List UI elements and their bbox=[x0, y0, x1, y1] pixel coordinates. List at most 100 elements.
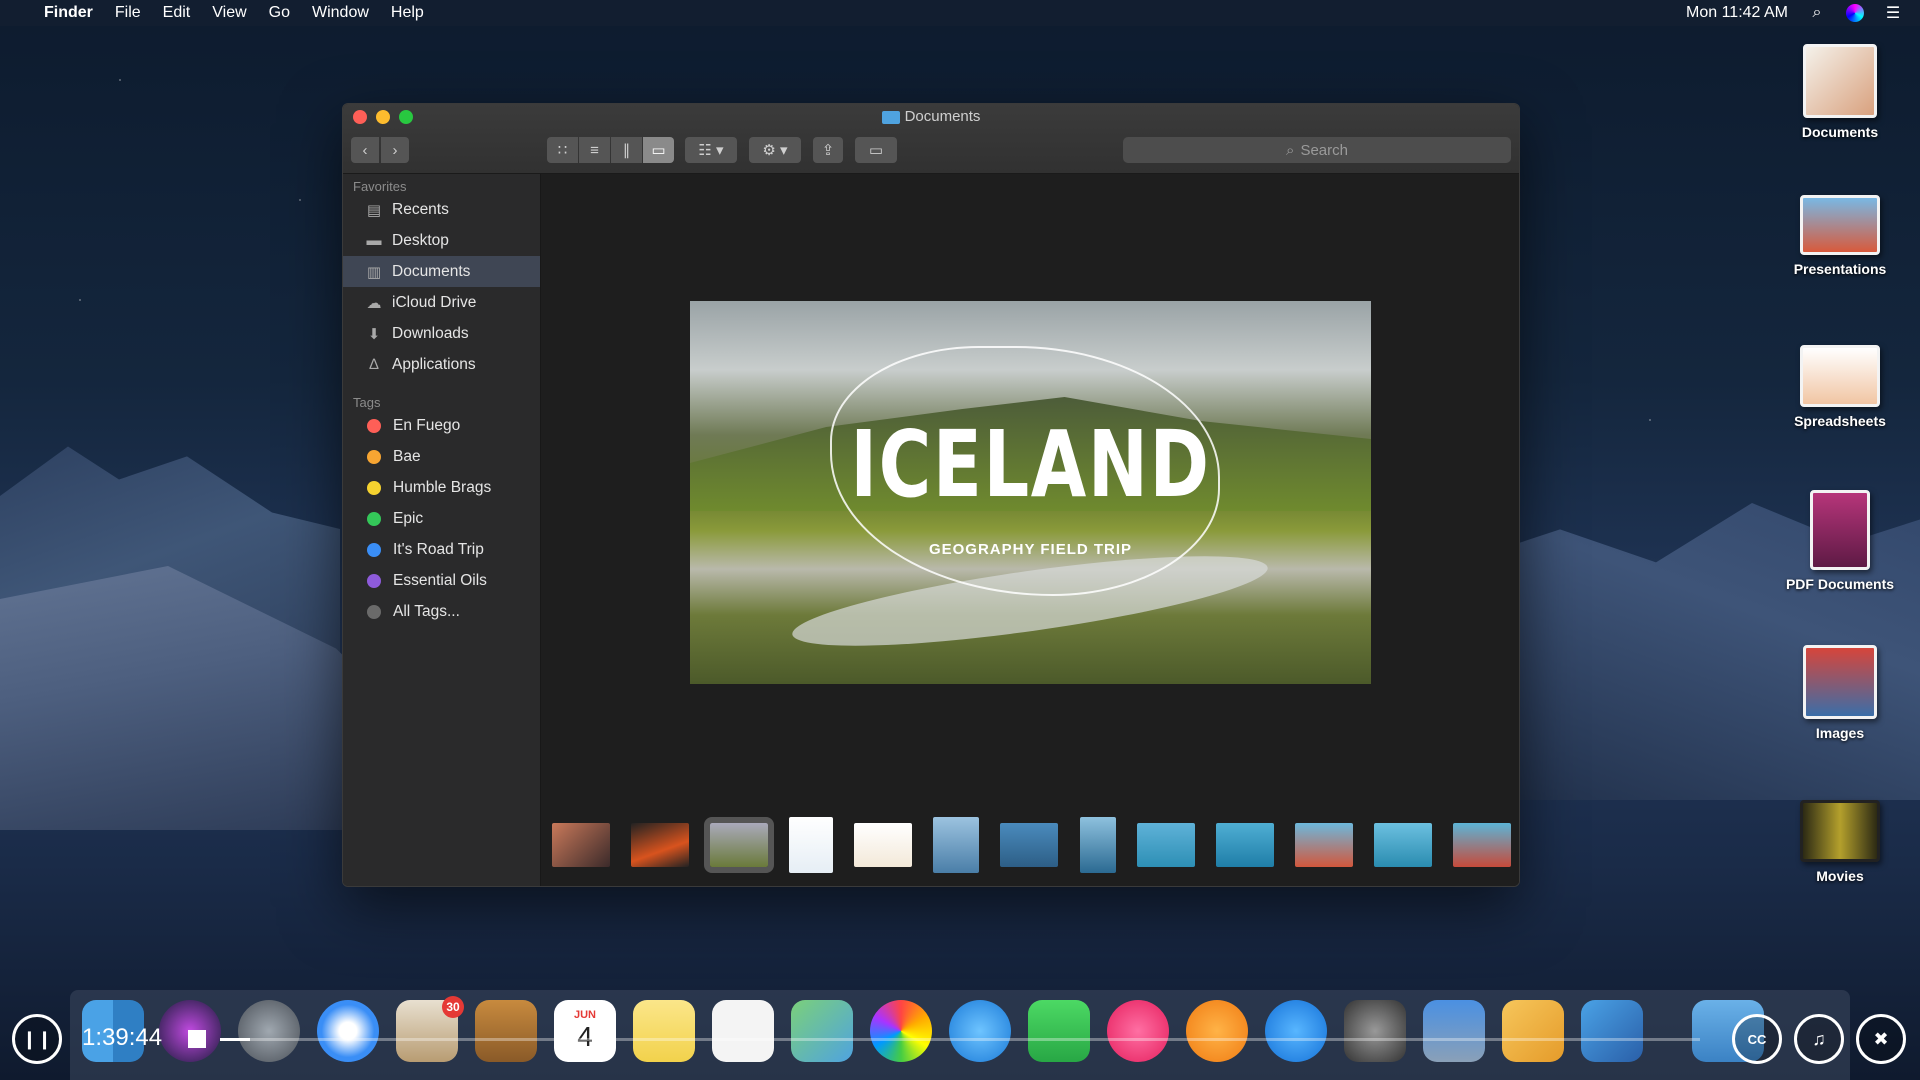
title-bar: Documents ‹ › ∷ ≡ ∥ ▭ ☷ ▾ ⚙ ▾ ⇪ ▭ ⌕ Sear… bbox=[343, 104, 1519, 174]
sidebar-item-desktop[interactable]: ▬ Desktop bbox=[343, 225, 540, 256]
stack-pdf-documents[interactable]: PDF Documents bbox=[1775, 490, 1905, 592]
thumbnail[interactable] bbox=[1215, 823, 1274, 867]
downloads-icon: ⬇ bbox=[367, 325, 381, 343]
thumbnail[interactable] bbox=[1079, 817, 1116, 873]
closed-captions-button[interactable]: CC bbox=[1732, 1014, 1782, 1064]
thumbnail[interactable] bbox=[1452, 823, 1511, 867]
progress-track[interactable] bbox=[220, 1038, 1700, 1041]
cloud-icon: ☁ bbox=[366, 294, 382, 312]
tag-dot-yellow bbox=[367, 480, 381, 495]
sidebar-tag-road-trip[interactable]: It's Road Trip bbox=[343, 534, 540, 565]
messages-dock-icon[interactable] bbox=[949, 1000, 1011, 1062]
stack-presentations[interactable]: Presentations bbox=[1775, 195, 1905, 277]
sidebar-item-recents[interactable]: ▤ Recents bbox=[343, 194, 540, 225]
keynote-dock-icon[interactable] bbox=[1423, 1000, 1485, 1062]
stack-movies[interactable]: Movies bbox=[1775, 800, 1905, 884]
thumbnail-selected[interactable] bbox=[704, 817, 775, 873]
launchpad-dock-icon[interactable] bbox=[238, 1000, 300, 1062]
calendar-dock-icon[interactable]: JUN 4 bbox=[554, 1000, 616, 1062]
books-dock-icon[interactable] bbox=[1186, 1000, 1248, 1062]
notification-center-icon[interactable]: ☰ bbox=[1884, 4, 1902, 22]
toolbar: ‹ › ∷ ≡ ∥ ▭ ☷ ▾ ⚙ ▾ ⇪ ▭ ⌕ Search bbox=[351, 137, 1511, 165]
mail-badge: 30 bbox=[442, 996, 464, 1018]
calendar-month: JUN bbox=[573, 1009, 596, 1021]
gallery-preview[interactable]: ICELAND GEOGRAPHY FIELD TRIP bbox=[690, 301, 1371, 684]
music-dock-icon[interactable] bbox=[1107, 1000, 1169, 1062]
sidebar-item-documents[interactable]: ▥ Documents bbox=[343, 256, 540, 287]
notes-dock-icon[interactable] bbox=[633, 1000, 695, 1062]
menu-app-name[interactable]: Finder bbox=[44, 4, 93, 22]
thumbnail[interactable] bbox=[552, 823, 610, 867]
sidebar-tag-epic[interactable]: Epic bbox=[343, 503, 540, 534]
group-by-button[interactable]: ☷ ▾ bbox=[685, 137, 737, 163]
column-view-button[interactable]: ∥ bbox=[611, 137, 642, 163]
reminders-dock-icon[interactable] bbox=[712, 1000, 774, 1062]
tags-header: Tags bbox=[353, 395, 381, 410]
stop-button[interactable] bbox=[188, 1030, 206, 1048]
facetime-dock-icon[interactable] bbox=[1028, 1000, 1090, 1062]
pages-dock-icon[interactable] bbox=[1502, 1000, 1564, 1062]
tag-dot-green bbox=[367, 511, 381, 526]
sidebar-tag-essential-oils[interactable]: Essential Oils bbox=[343, 565, 540, 596]
sidebar-item-icloud-drive[interactable]: ☁ iCloud Drive bbox=[343, 287, 540, 318]
menu-view[interactable]: View bbox=[212, 4, 246, 22]
thumbnail[interactable] bbox=[1000, 823, 1059, 867]
menu-file[interactable]: File bbox=[115, 4, 141, 22]
search-icon: ⌕ bbox=[1286, 141, 1295, 159]
thumbnail[interactable] bbox=[1136, 823, 1195, 867]
stack-pdf-image bbox=[1810, 490, 1870, 570]
system-preferences-dock-icon[interactable] bbox=[1344, 1000, 1406, 1062]
window-title: Documents bbox=[343, 108, 1519, 125]
stack-images[interactable]: Images bbox=[1775, 645, 1905, 741]
sidebar-tag-en-fuego[interactable]: En Fuego bbox=[343, 410, 540, 441]
volume-button[interactable]: ♫ bbox=[1794, 1014, 1844, 1064]
icon-view-button[interactable]: ∷ bbox=[547, 137, 578, 163]
siri-icon[interactable] bbox=[1846, 4, 1864, 22]
menu-go[interactable]: Go bbox=[269, 4, 290, 22]
thumbnail[interactable] bbox=[631, 823, 690, 867]
progress-fill bbox=[220, 1038, 250, 1041]
sidebar-tag-bae[interactable]: Bae bbox=[343, 441, 540, 472]
thumbnail[interactable] bbox=[933, 817, 980, 873]
share-button[interactable]: ⇪ bbox=[813, 137, 843, 163]
favorites-header: Favorites bbox=[353, 179, 407, 194]
menu-help[interactable]: Help bbox=[391, 4, 424, 22]
stack-documents[interactable]: Documents bbox=[1775, 44, 1905, 140]
stack-images-image bbox=[1803, 645, 1877, 719]
sidebar-all-tags[interactable]: All Tags... bbox=[343, 596, 540, 627]
spotlight-search-icon[interactable]: ⌕ bbox=[1808, 4, 1826, 22]
xcode-dock-icon[interactable] bbox=[1581, 1000, 1643, 1062]
search-field[interactable]: ⌕ Search bbox=[1123, 137, 1511, 163]
thumbnail[interactable] bbox=[1294, 823, 1353, 867]
contacts-dock-icon[interactable] bbox=[475, 1000, 537, 1062]
app-store-dock-icon[interactable] bbox=[1265, 1000, 1327, 1062]
sidebar-tag-humble-brags[interactable]: Humble Brags bbox=[343, 472, 540, 503]
thumbnail[interactable] bbox=[789, 817, 834, 873]
applications-icon: ∆ bbox=[369, 356, 379, 373]
sidebar-item-applications[interactable]: ∆ Applications bbox=[343, 349, 540, 380]
back-button[interactable]: ‹ bbox=[351, 137, 379, 163]
forward-button[interactable]: › bbox=[381, 137, 409, 163]
maps-dock-icon[interactable] bbox=[791, 1000, 853, 1062]
documents-icon: ▥ bbox=[366, 263, 382, 281]
safari-dock-icon[interactable] bbox=[317, 1000, 379, 1062]
menu-edit[interactable]: Edit bbox=[163, 4, 191, 22]
sidebar-item-downloads[interactable]: ⬇ Downloads bbox=[343, 318, 540, 349]
pause-button[interactable]: ❙❙ bbox=[12, 1014, 62, 1064]
photos-dock-icon[interactable] bbox=[870, 1000, 932, 1062]
playback-time: 1:39:44 bbox=[82, 1024, 163, 1051]
thumbnail[interactable] bbox=[1373, 823, 1432, 867]
menu-clock[interactable]: Mon 11:42 AM bbox=[1686, 4, 1788, 22]
menu-window[interactable]: Window bbox=[312, 4, 369, 22]
tag-dot-blue bbox=[367, 542, 381, 557]
action-gear-button[interactable]: ⚙ ▾ bbox=[749, 137, 801, 163]
tag-dot-purple bbox=[367, 573, 381, 588]
tags-button[interactable]: ▭ bbox=[855, 137, 897, 163]
gallery-view-button[interactable]: ▭ bbox=[643, 137, 674, 163]
stack-spreadsheets[interactable]: Spreadsheets bbox=[1775, 345, 1905, 429]
list-view-button[interactable]: ≡ bbox=[579, 137, 610, 163]
sidebar: Favorites ▤ Recents ▬ Desktop ▥ Documents ☁… bbox=[343, 174, 541, 886]
exit-fullscreen-button[interactable]: ✖ bbox=[1856, 1014, 1906, 1064]
thumbnail[interactable] bbox=[854, 823, 913, 867]
stack-presentations-image bbox=[1800, 195, 1880, 255]
